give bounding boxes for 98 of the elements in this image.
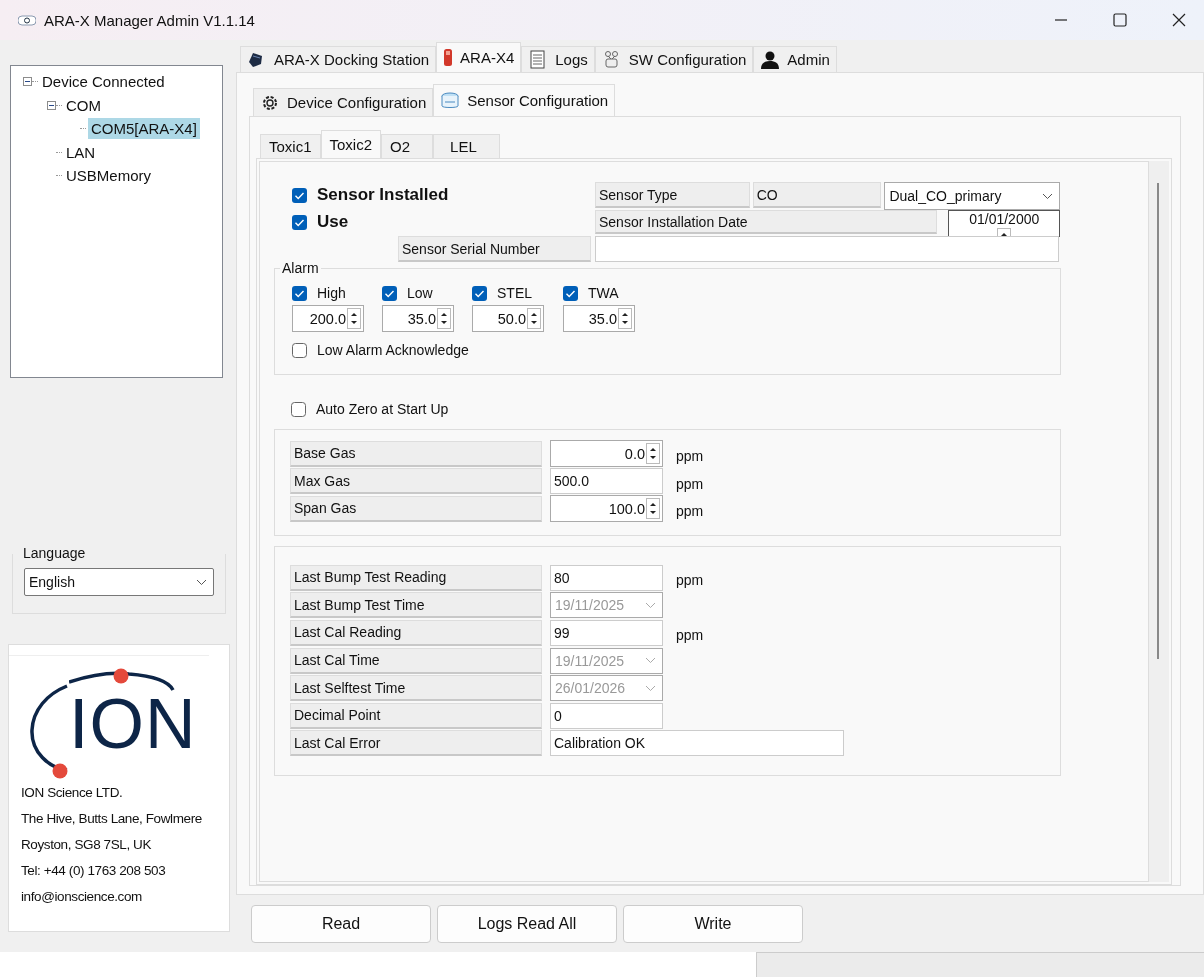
app-icon [18,13,36,27]
checkbox-label: High [317,285,346,301]
number-spinner[interactable]: 50.0 [472,305,544,332]
address-text: The Hive, Butts Lane, Fowlmere [21,810,203,828]
tree-item[interactable]: COM [64,95,103,115]
serial-number-field[interactable] [595,236,1059,262]
action-button[interactable]: Logs Read All [437,905,617,943]
cylinder-icon [440,90,461,111]
field-label: Base Gas [290,440,542,467]
checkbox-label: Sensor Installed [317,185,449,205]
checkbox[interactable] [292,285,307,301]
chevron-icon [645,601,656,609]
checkbox[interactable] [292,342,307,358]
tab[interactable]: Toxic1 [260,134,321,158]
chevron-icon [1042,192,1053,200]
action-button[interactable]: Read [251,905,431,943]
spin-arrows-icon [646,443,660,465]
value-field[interactable]: 80 [550,564,663,591]
address-text: ION Science LTD. [21,784,124,802]
language-dropdown[interactable]: English [24,568,214,596]
tree-item[interactable]: COM5[ARA-X4] [88,118,200,140]
field-label: Last Selftest Time [290,675,542,702]
field-label: Decimal Point [290,702,542,729]
device-icon [443,47,454,68]
number-spinner[interactable]: 0.0 [550,440,663,468]
tab[interactable]: Device Configuration [253,88,434,116]
close-icon[interactable] [1172,13,1186,27]
chevron-icon [645,657,656,665]
value-field[interactable]: Calibration OK [550,730,844,757]
expander-icon[interactable] [47,100,56,110]
checkbox[interactable] [292,214,307,230]
unit-label: ppm [676,448,704,465]
tab[interactable]: Admin [753,46,837,72]
email-text: info@ionscience.com [21,888,143,906]
spin-arrows-icon [527,308,541,329]
tab[interactable]: Logs [521,46,595,72]
number-spinner[interactable]: 35.0 [382,305,454,332]
field-label: Last Cal Time [290,647,542,674]
scrollbar[interactable] [1149,161,1169,882]
tab[interactable]: Sensor Configuration [433,84,616,116]
chevron-icon [645,684,656,692]
checkbox-label: Use [317,212,349,232]
person-icon [760,49,781,70]
value-field[interactable]: 99 [550,620,663,646]
address-text: Royston, SG8 7SL, UK [21,836,153,854]
maximize-icon[interactable] [1113,13,1127,27]
spin-arrows-icon [437,308,451,329]
number-spinner[interactable]: 35.0 [563,305,635,332]
value-field[interactable]: 500.0 [550,468,663,495]
checkbox-label: Low Alarm Acknowledge [317,342,469,358]
field-label: Last Bump Test Reading [290,564,542,591]
tab[interactable]: ARA-X Docking Station [240,46,437,72]
spin-arrows-icon [347,308,361,329]
unit-label: ppm [676,503,704,520]
address-text: Tel: +44 (0) 1763 208 503 [21,862,167,880]
unit-label: ppm [676,627,704,644]
expander-icon[interactable] [23,77,32,87]
spin-arrows-icon [646,498,660,520]
sensor-model-dropdown[interactable]: Dual_CO_primary [884,182,1060,210]
field-label: Last Cal Reading [290,620,542,646]
tab[interactable]: O2 [381,134,434,158]
tab[interactable]: LEL [433,134,500,158]
sensor-type-value: CO [752,182,882,208]
tree-item[interactable]: LAN [64,142,98,162]
checkbox-label: Low [407,285,433,301]
tab[interactable]: SW Configuration [594,46,754,72]
logo-text: ION [69,692,197,756]
tree-item[interactable]: USBMemory [64,166,153,186]
window-title: ARA-X Manager Admin V1.1.14 [44,11,255,29]
checkbox[interactable] [291,401,306,417]
group-title: Alarm [280,260,321,276]
checkbox[interactable] [563,285,578,301]
number-spinner[interactable]: 01/01/2000 [948,210,1060,237]
action-button[interactable]: Write [623,905,803,943]
unit-label: ppm [676,572,704,589]
unit-label: ppm [676,475,704,492]
field-label: Sensor Serial Number [398,236,591,262]
number-spinner[interactable]: 100.0 [550,495,663,523]
field-label: Max Gas [290,468,542,495]
number-spinner[interactable]: 200.0 [292,305,364,332]
checkbox-label: Auto Zero at Start Up [316,401,449,417]
chevron-icon [196,578,207,586]
field-label: Last Cal Error [290,730,542,757]
tree-item[interactable]: Device Connected [40,72,167,92]
checkbox-label: TWA [588,285,619,301]
tab[interactable]: Toxic2 [320,130,382,158]
checkbox[interactable] [472,285,487,301]
field-label: Sensor Type [595,182,750,208]
checkbox[interactable] [382,285,397,301]
checkbox-label: STEL [497,285,532,301]
field-label: Last Bump Test Time [290,592,542,619]
spin-arrows-icon [618,308,632,329]
value-field[interactable]: 0 [550,702,663,729]
field-label: Sensor Installation Date [595,210,938,234]
tab[interactable]: ARA-X4 [436,42,522,72]
field-label: Span Gas [290,496,542,522]
group-title: Language [21,545,88,561]
checkbox[interactable] [292,187,307,203]
